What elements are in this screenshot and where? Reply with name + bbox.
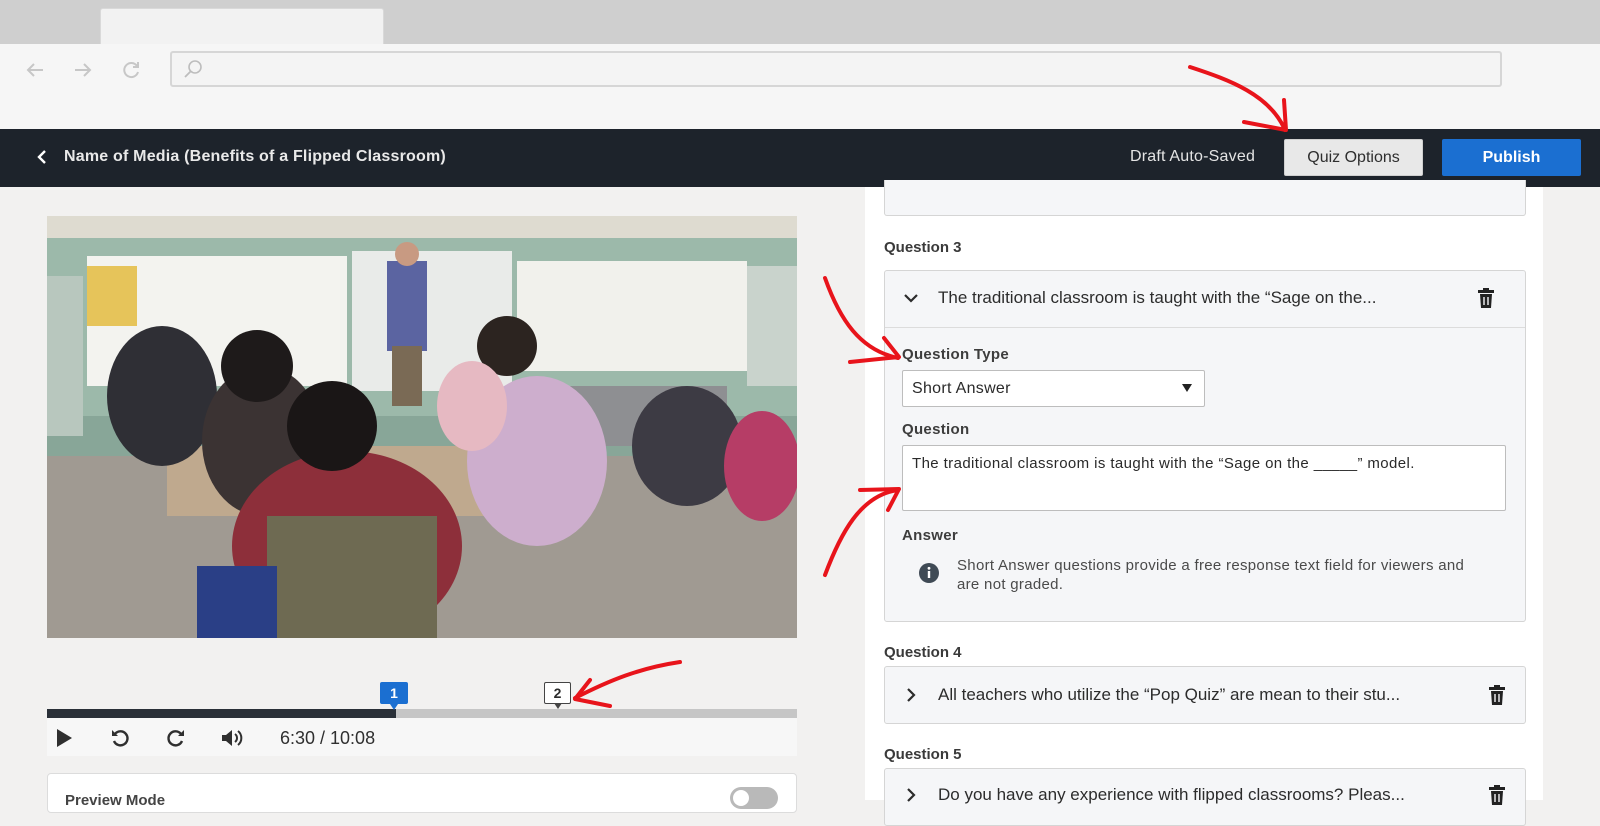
info-icon [919, 563, 939, 583]
trash-icon[interactable] [1486, 784, 1508, 806]
fast-forward-icon[interactable] [164, 726, 188, 750]
play-icon[interactable] [52, 726, 76, 750]
classroom-photo [47, 216, 797, 638]
rewind-icon[interactable] [108, 726, 132, 750]
chevron-right-icon[interactable] [900, 684, 922, 706]
player-controls [47, 718, 797, 756]
quiz-marker-2[interactable]: 2 [544, 682, 571, 709]
chevron-down-icon[interactable] [900, 287, 922, 309]
search-icon [182, 58, 204, 85]
trash-icon[interactable] [1475, 287, 1497, 309]
timeline-progress [47, 709, 396, 718]
reload-icon[interactable] [117, 56, 145, 84]
question-4-summary[interactable]: All teachers who utilize the “Pop Quiz” … [938, 684, 1400, 706]
question-3-divider [885, 327, 1525, 328]
media-title: Name of Media (Benefits of a Flipped Cla… [64, 148, 446, 165]
question-type-label: Question Type [902, 346, 1009, 363]
previous-question-card[interactable] [884, 180, 1526, 216]
volume-icon[interactable] [220, 726, 244, 750]
forward-arrow-icon[interactable] [69, 56, 97, 84]
quiz-marker-1[interactable]: 1 [380, 682, 408, 710]
question-type-select[interactable]: Short Answer [902, 370, 1205, 407]
question-3-summary[interactable]: The traditional classroom is taught with… [938, 287, 1376, 309]
question-5-summary[interactable]: Do you have any experience with flipped … [938, 784, 1405, 806]
back-arrow-icon[interactable] [21, 56, 49, 84]
marker-label: 2 [553, 685, 562, 701]
caret-down-icon[interactable] [1179, 380, 1195, 396]
preview-mode-toggle[interactable] [730, 787, 778, 809]
question-4-heading: Question 4 [884, 644, 962, 661]
quiz-options-button[interactable]: Quiz Options [1284, 139, 1423, 176]
question-3-heading: Question 3 [884, 239, 962, 256]
question-type-value: Short Answer [912, 379, 1011, 397]
chevron-right-icon[interactable] [900, 784, 922, 806]
publish-button[interactable]: Publish [1442, 139, 1581, 176]
chevron-left-icon[interactable] [30, 145, 54, 169]
browser-tab[interactable] [100, 8, 384, 46]
question-label: Question [902, 421, 970, 438]
answer-info-text: Short Answer questions provide a free re… [957, 557, 1465, 593]
trash-icon[interactable] [1486, 684, 1508, 706]
question-textarea[interactable]: The traditional classroom is taught with… [902, 445, 1506, 511]
question-5-heading: Question 5 [884, 746, 962, 763]
address-bar[interactable] [170, 51, 1502, 87]
video-frame[interactable] [47, 216, 797, 638]
answer-label: Answer [902, 527, 958, 544]
time-display: 6:30 / 10:08 [280, 728, 376, 748]
draft-status: Draft Auto-Saved [1130, 148, 1256, 165]
marker-label: 1 [390, 685, 398, 701]
preview-mode-label: Preview Mode [65, 792, 166, 809]
